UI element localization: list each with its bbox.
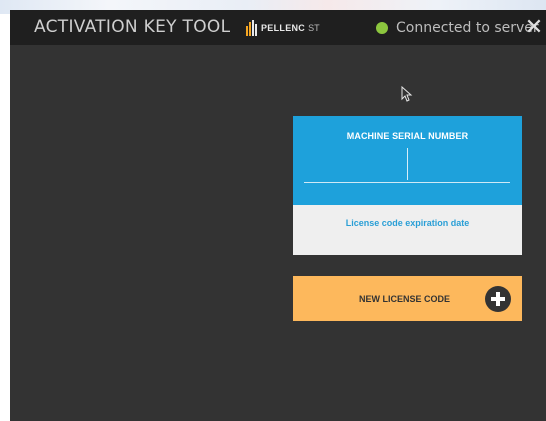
expiration-panel: License code expiration date [293, 205, 522, 255]
plus-circle-icon[interactable] [485, 286, 511, 312]
status-connected-icon [376, 22, 388, 34]
status-text: Connected to server [396, 20, 539, 36]
serial-number-input[interactable] [304, 146, 510, 183]
logo-text-light: ST [308, 23, 320, 33]
app-title: ACTIVATION KEY TOOL [34, 17, 231, 37]
text-caret [407, 148, 408, 180]
pellenc-logo-icon [246, 20, 257, 36]
new-license-code-label: NEW LICENSE CODE [359, 294, 451, 304]
expiration-date-label: License code expiration date [345, 218, 470, 228]
close-button[interactable]: ✕ [523, 16, 545, 38]
mouse-cursor-icon [401, 86, 413, 102]
serial-number-label: MACHINE SERIAL NUMBER [346, 131, 469, 141]
serial-number-panel: MACHINE SERIAL NUMBER [293, 116, 522, 205]
connection-status: Connected to server [376, 19, 539, 37]
app-window: ACTIVATION KEY TOOL PELLENC ST Connected… [10, 10, 546, 421]
logo-text-bold: PELLENC [261, 23, 306, 33]
license-card: MACHINE SERIAL NUMBER License code expir… [293, 116, 522, 255]
title-bar: ACTIVATION KEY TOOL PELLENC ST Connected… [10, 10, 546, 45]
close-icon: ✕ [524, 14, 544, 39]
pellenc-logo: PELLENC ST [246, 20, 320, 36]
new-license-code-button[interactable]: NEW LICENSE CODE [293, 276, 522, 321]
